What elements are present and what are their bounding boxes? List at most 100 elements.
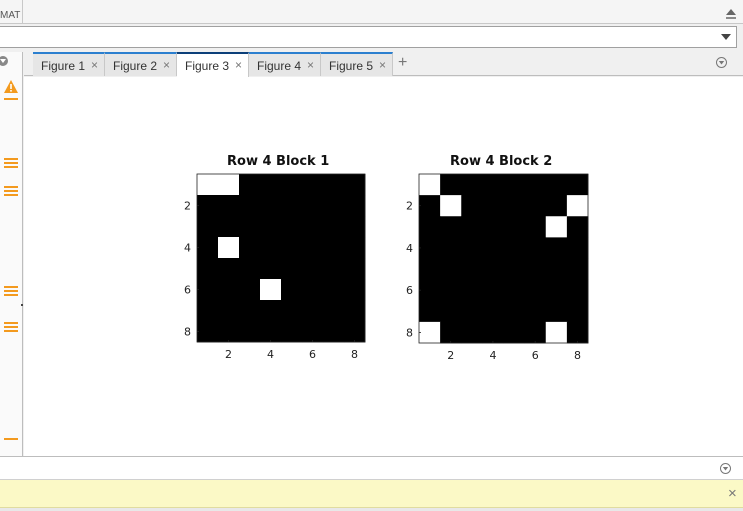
heatmap-cell [281,300,303,322]
close-icon[interactable]: × [235,58,242,72]
figure-canvas[interactable]: Row 4 Block 1 2 4 6 8 2 4 6 8 Row 4 Block 2 2 4 6… [24,77,743,456]
heatmap-cell [344,321,366,343]
gutter-menu-icon[interactable] [0,52,22,74]
chevron-down-icon[interactable] [721,34,731,40]
tab-figure-2[interactable]: Figure 2 × [105,52,177,76]
left-gutter [0,52,23,456]
heatmap-cell [302,237,324,259]
gutter-tick [21,304,23,306]
heatmap-cell [260,300,282,322]
tab-figure-1[interactable]: Figure 1 × [33,52,105,76]
heatmap-cell [218,279,240,301]
x-tick-label: 4 [489,349,496,362]
heatmap-cell [545,237,568,259]
heatmap-cell [323,174,345,196]
warning-marker[interactable] [4,438,18,440]
heatmap-cell [218,258,240,280]
heatmap-cell [239,258,261,280]
heatmap-cell [239,174,261,196]
heatmap-cell [482,216,504,238]
heatmap-cell [302,195,324,217]
tab-menu-icon[interactable] [716,57,727,68]
heatmap-cell [461,174,483,196]
tab-figure-5[interactable]: Figure 5 × [321,52,393,76]
tab-label: Figure 2 [113,59,158,73]
heatmap-cell [419,237,441,259]
heatmap-cell [503,279,526,302]
heatmap-cell [482,174,504,196]
notification-bar: × [0,480,743,508]
heatmap-cell [440,195,462,217]
heatmap-plot[interactable]: 2 4 6 8 2 4 6 8 [169,173,369,366]
heatmap-cell [197,174,219,196]
heatmap-cell [323,237,345,259]
lines-icon[interactable] [4,286,18,296]
heatmap-cell [260,258,282,280]
heatmap-cell [503,300,526,323]
heatmap-cell [197,216,219,238]
close-icon[interactable]: × [163,58,170,72]
lines-icon[interactable] [4,322,18,332]
toolstrip-tab-fragment[interactable]: MAT [0,10,20,21]
heatmap-cell [524,216,547,238]
heatmap-cell [524,258,547,281]
x-tick-label: 4 [267,348,274,361]
add-tab-icon[interactable]: + [398,54,407,72]
heatmap-cell [218,300,240,322]
lines-icon[interactable] [4,158,18,168]
tab-label: Figure 5 [329,59,374,73]
heatmap-cell [419,321,441,344]
heatmap-cell [281,321,303,343]
close-icon[interactable]: × [379,58,386,72]
heatmap-cell [323,216,345,238]
warning-marker[interactable] [4,98,18,100]
heatmap-cell [524,195,547,217]
heatmap-cell [440,279,462,302]
heatmap-cell [461,300,483,323]
heatmap-cell [440,174,462,196]
close-icon[interactable]: × [91,58,98,72]
heatmap-cell [419,195,441,217]
heatmap-cell [503,237,526,259]
heatmap-plot[interactable]: 2 4 6 8 2 4 6 8 [391,173,592,367]
heatmap-cell [260,174,282,196]
y-tick-label: 8 [184,326,191,339]
heatmap-cell [566,195,589,217]
lines-icon[interactable] [4,186,18,196]
heatmap-cell [260,216,282,238]
x-tick-label: 2 [225,348,232,361]
toolstrip: MAT [0,0,743,24]
heatmap-cell [419,216,441,238]
heatmap-cell [239,216,261,238]
tab-figure-4[interactable]: Figure 4 × [249,52,321,76]
heatmap-cell [419,300,441,323]
panel-menu-icon[interactable] [720,463,731,474]
tab-figure-3[interactable]: Figure 3 × [177,52,249,77]
heatmap-cell [440,321,462,344]
heatmap-cell [461,321,483,344]
heatmap-cell [461,195,483,217]
heatmap-cell [218,195,240,217]
tab-label: Figure 4 [257,59,302,73]
heatmap-cell [524,279,547,302]
heatmap-cell [503,174,526,196]
figure-tabbar: Figure 1 × Figure 2 × Figure 3 × Figure … [24,52,743,77]
heatmap-cell [323,321,345,343]
close-icon[interactable]: × [307,58,314,72]
heatmap-cell [302,174,324,196]
collapse-up-icon[interactable] [723,4,739,20]
heatmap-cell [344,258,366,280]
address-field[interactable] [0,26,737,48]
bottom-panel [0,456,743,480]
heatmap-cell [524,174,547,196]
heatmap-cell [239,279,261,301]
heatmap-cell [281,279,303,301]
heatmap-cell [461,279,483,302]
heatmap-cell [503,195,526,217]
warning-icon[interactable] [4,80,18,93]
close-icon[interactable]: × [728,485,737,502]
heatmap-cell [302,216,324,238]
heatmap-cell [260,279,282,301]
heatmap-cell [239,195,261,217]
heatmap-cell [197,237,219,259]
